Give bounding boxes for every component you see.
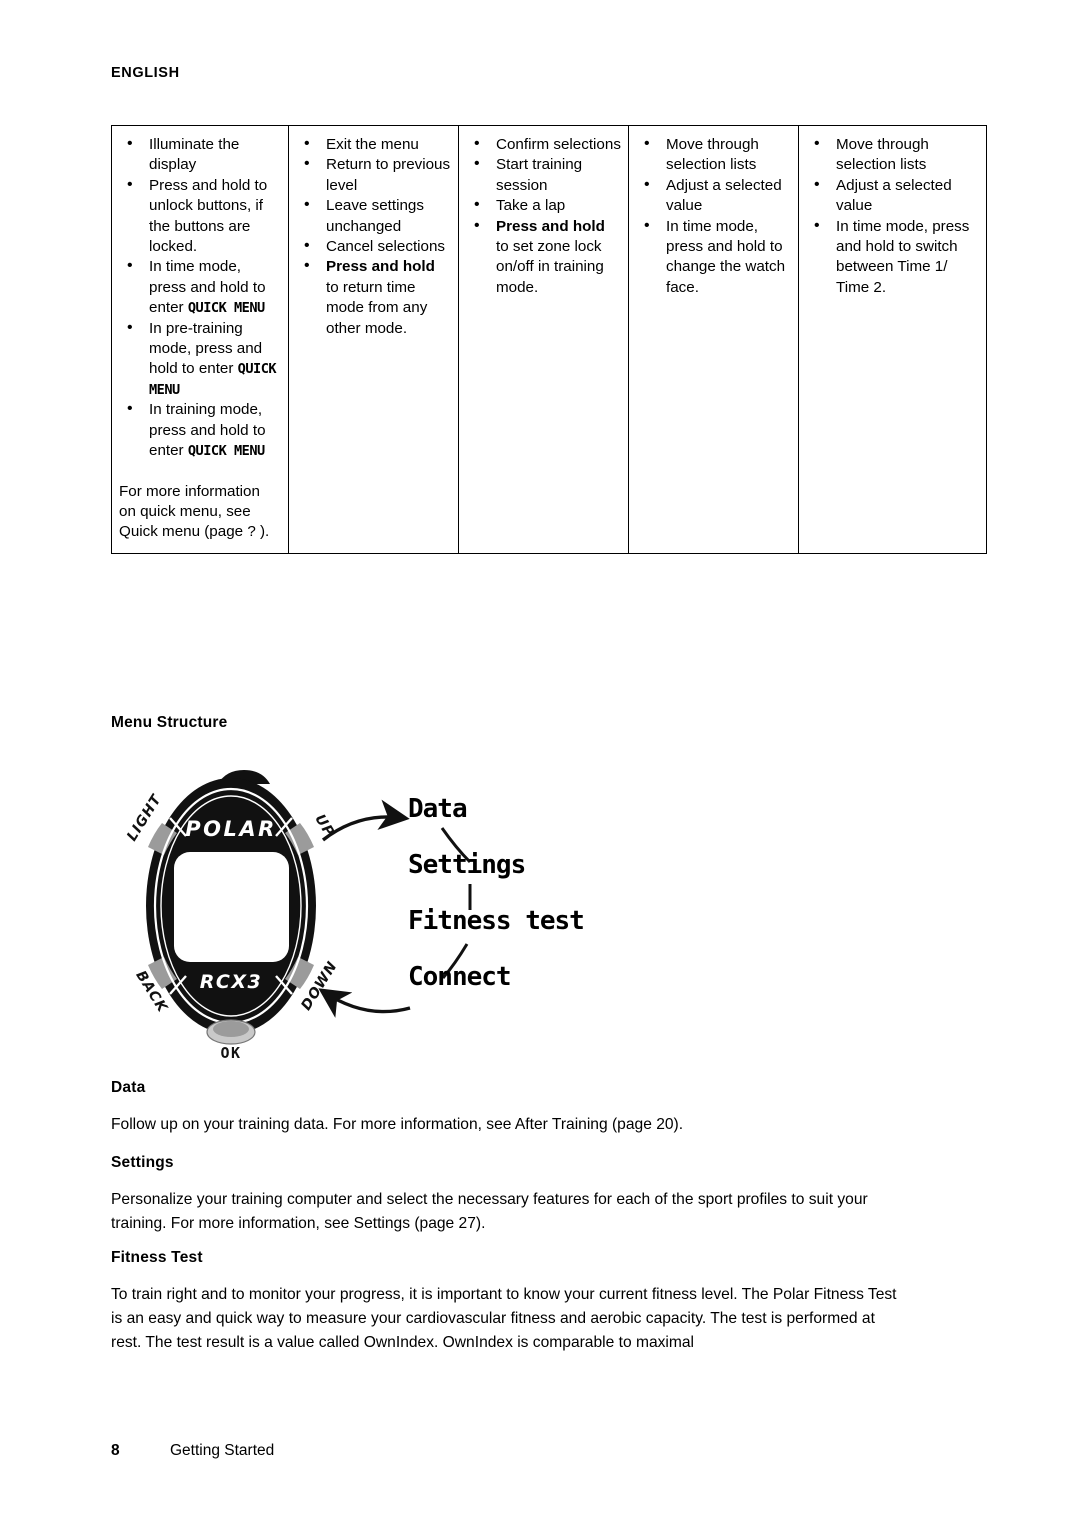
list-item: Move through selection lists	[636, 134, 791, 176]
menu-item-settings[interactable]: Settings	[408, 850, 526, 880]
heading-menu-structure: Menu Structure	[111, 714, 228, 731]
watch-model-label: RCX3	[200, 971, 262, 993]
language-header: ENGLISH	[111, 65, 180, 81]
list-item: Illuminate the display	[119, 134, 281, 176]
list-item: In time mode, press and hold to switch b…	[806, 216, 979, 299]
bullet-list-light: Illuminate the display Press and hold to…	[119, 134, 281, 462]
bullet-list-up: Move through selection lists Adjust a se…	[636, 134, 791, 299]
list-item: In time mode, press and hold to enter QU…	[119, 256, 281, 318]
lcd-label-quick-menu: QUICK MENU	[187, 443, 265, 460]
list-item: Adjust a selected value	[806, 175, 979, 217]
list-item: Return to previous level	[296, 154, 451, 196]
bullet-list-back: Exit the menu Return to previous level L…	[296, 134, 451, 339]
heading-fitness-test: Fitness Test	[111, 1249, 203, 1266]
manual-page: ENGLISH Illuminate the display Press and…	[0, 0, 1080, 1528]
lcd-label-quick-menu: QUICK MENU	[187, 300, 265, 317]
list-item: Adjust a selected value	[636, 175, 791, 217]
list-item: Take a lap	[466, 195, 621, 216]
bullet-list-down: Move through selection lists Adjust a se…	[806, 134, 979, 299]
footer-page-number: 8	[111, 1442, 120, 1459]
list-item: Leave settings unchanged	[296, 195, 451, 237]
paragraph-settings: Personalize your training computer and s…	[111, 1191, 868, 1232]
list-item: Exit the menu	[296, 134, 451, 155]
button-functions-table: Illuminate the display Press and hold to…	[111, 125, 987, 554]
list-item: In pre-training mode, press and hold to …	[119, 318, 281, 401]
paragraph-data: Follow up on your training data. For mor…	[111, 1116, 684, 1133]
list-item: In time mode, press and hold to change t…	[636, 216, 791, 299]
paragraph-fitness-test: To train right and to monitor your progr…	[111, 1286, 897, 1351]
table-cell-down: Move through selection lists Adjust a se…	[798, 125, 987, 554]
menu-item-data[interactable]: Data	[408, 794, 468, 824]
list-item: Start training session	[466, 154, 621, 196]
list-item: Move through selection lists	[806, 134, 979, 176]
watch-button-label-up: UP	[311, 812, 337, 841]
list-item: Cancel selections	[296, 236, 451, 257]
table-cell-up: Move through selection lists Adjust a se…	[628, 125, 799, 554]
list-item: Press and hold to return time mode from …	[296, 256, 451, 339]
menu-item-fitness-test[interactable]: Fitness test	[408, 906, 585, 936]
watch-button-label-ok: OK	[220, 1044, 241, 1062]
watch-illustration: POLAR RCX3	[146, 770, 316, 1045]
menu-item-connect[interactable]: Connect	[408, 962, 512, 992]
heading-settings: Settings	[111, 1154, 174, 1171]
watch-display-screen	[174, 852, 289, 962]
table-cell-back: Exit the menu Return to previous level L…	[288, 125, 459, 554]
list-item: In training mode, press and hold to ente…	[119, 399, 281, 461]
table-cell-light: Illuminate the display Press and hold to…	[111, 125, 289, 554]
table-row: Illuminate the display Press and hold to…	[111, 125, 987, 554]
heading-data: Data	[111, 1079, 146, 1096]
bullet-list-ok: Confirm selections Start training sessio…	[466, 134, 621, 299]
arrow-connect-to-down	[318, 988, 411, 1018]
menu-structure-diagram: POLAR RCX3 LIGHT UP BACK DOWN OK Data Se…	[118, 766, 585, 1066]
watch-brand-label: POLAR	[185, 817, 277, 841]
table-cell-ok: Confirm selections Start training sessio…	[458, 125, 629, 554]
list-item: Press and hold to unlock buttons, if the…	[119, 175, 281, 258]
quick-menu-note: For more information on quick menu, see …	[119, 482, 270, 541]
footer-section-name: Getting Started	[170, 1442, 275, 1459]
list-item: Press and hold to set zone lock on/off i…	[466, 216, 621, 299]
list-item: Confirm selections	[466, 134, 621, 155]
